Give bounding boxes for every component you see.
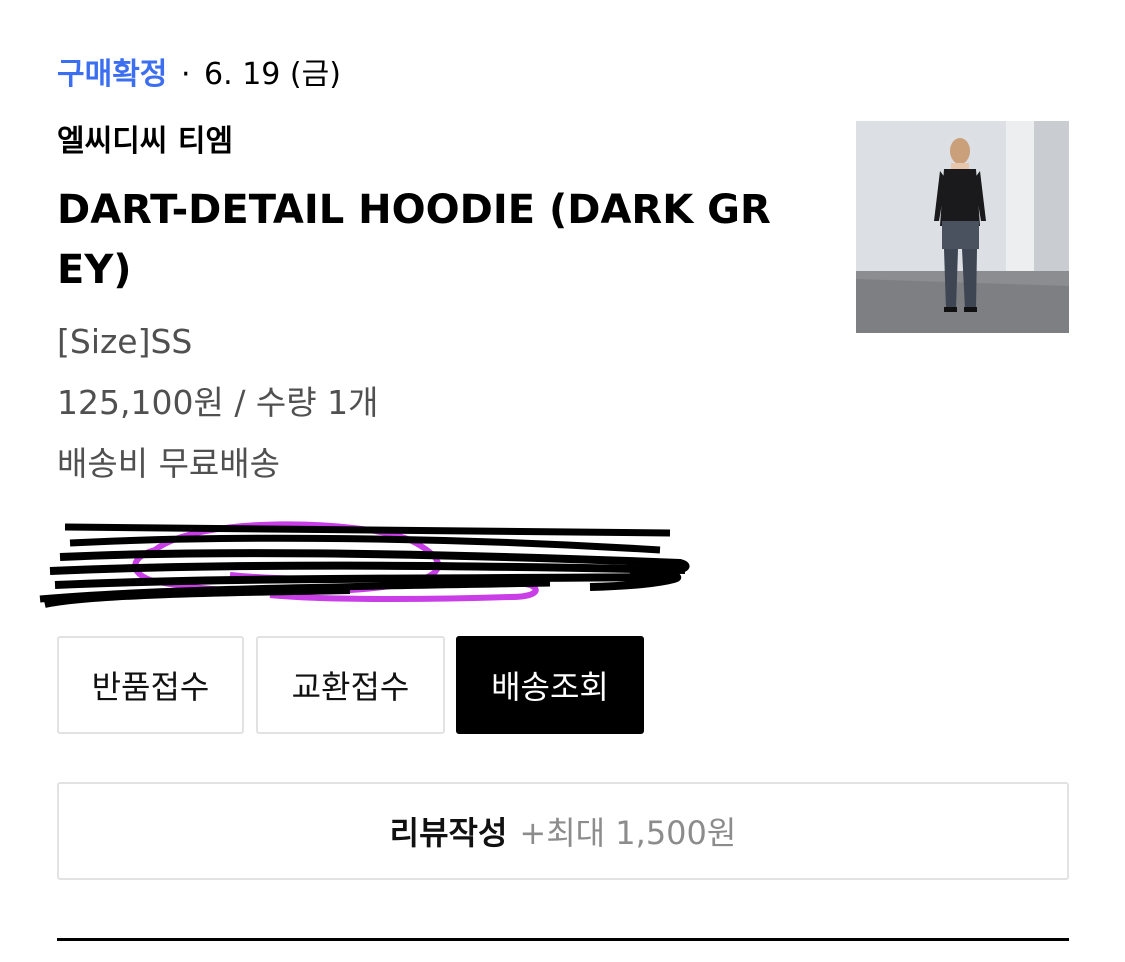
exchange-request-button[interactable]: 교환접수 [256,636,445,734]
shipping-fee: 배송비 무료배송 [57,444,281,483]
status-separator: · [180,57,191,92]
review-label: 리뷰작성 [389,814,508,852]
order-status-label: 구매확정 [57,57,168,92]
write-review-button[interactable]: 리뷰작성 +최대 1,500원 [57,782,1069,880]
review-reward: +최대 1,500원 [519,814,737,852]
product-option: [Size]SS [57,322,193,361]
product-name[interactable]: DART-DETAIL HOODIE (DARK GREY) [57,180,777,300]
redaction-scribble [39,521,690,608]
price-quantity: 125,100원 / 수량 1개 [57,383,379,422]
return-request-button[interactable]: 반품접수 [57,636,244,734]
order-status-line: 구매확정 · 6. 19 (금) [57,55,341,95]
product-thumbnail[interactable] [856,121,1069,333]
section-divider [57,938,1069,941]
product-photo-image [856,121,1069,333]
order-date: 6. 19 (금) [204,57,341,92]
shipment-tracking-button[interactable]: 배송조회 [456,636,644,734]
brand-name[interactable]: 엘씨디씨 티엠 [57,122,233,162]
